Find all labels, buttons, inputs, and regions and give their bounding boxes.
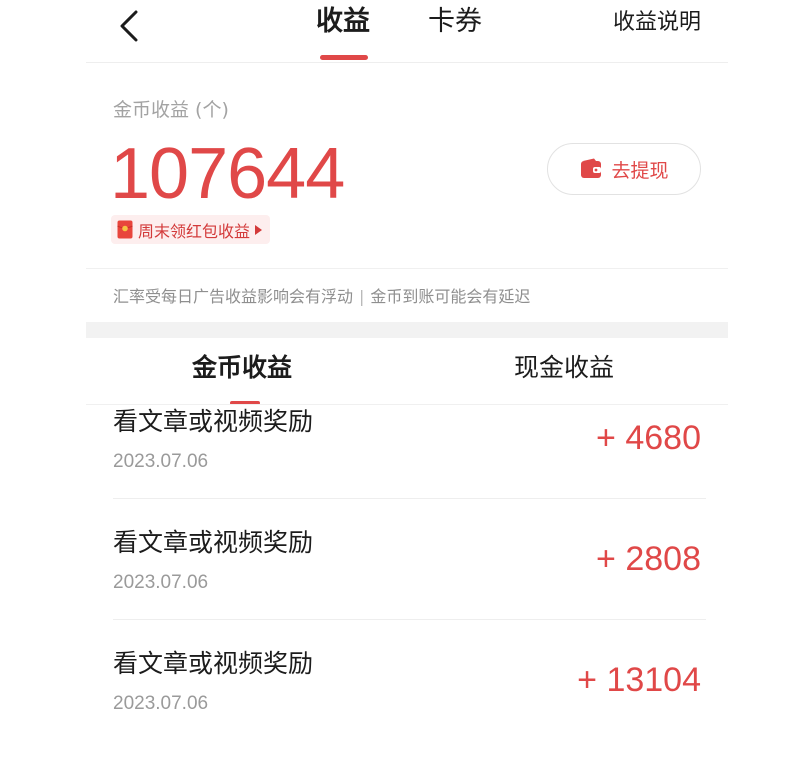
weekend-red-packet-badge[interactable]: 周末领红包收益	[111, 215, 271, 244]
record-title: 看文章或视频奖励	[113, 649, 314, 678]
record-amount: + 4680	[596, 419, 701, 457]
caret-right-icon	[255, 224, 263, 235]
notice-rate-text: 汇率受每日广告收益影响会有浮动	[113, 287, 354, 306]
earnings-explanation-link[interactable]: 收益说明	[613, 6, 701, 40]
list-item[interactable]: 看文章或视频奖励 2023.07.06 + 4680	[86, 405, 706, 525]
chevron-left-icon	[120, 10, 138, 42]
record-divider	[113, 619, 706, 620]
red-packet-icon	[117, 220, 133, 239]
record-title: 看文章或视频奖励	[113, 528, 314, 557]
tab-cash-earnings[interactable]: 现金收益	[514, 350, 614, 386]
withdraw-label: 去提现	[611, 159, 669, 182]
withdraw-button[interactable]: 去提现	[547, 143, 701, 195]
list-item[interactable]: 看文章或视频奖励 2023.07.06 + 2808	[86, 526, 706, 646]
top-navigation-bar: 收益 卡券 收益说明	[0, 0, 811, 62]
record-title: 看文章或视频奖励	[113, 407, 314, 436]
record-date: 2023.07.06	[113, 451, 209, 472]
record-amount: + 2808	[596, 540, 701, 578]
back-button[interactable]	[112, 6, 148, 46]
tab-coin-earnings[interactable]: 金币收益	[192, 350, 292, 386]
section-gap	[86, 322, 728, 338]
notice-delay-text: 金币到账可能会有延迟	[370, 287, 531, 306]
notice-separator: |	[359, 287, 365, 306]
weekend-red-packet-label: 周末领红包收益	[138, 221, 251, 241]
record-amount: + 13104	[577, 661, 701, 699]
record-date: 2023.07.06	[113, 693, 209, 714]
record-date: 2023.07.06	[113, 572, 209, 593]
list-item[interactable]: 看文章或视频奖励 2023.07.06 + 13104	[86, 647, 706, 767]
record-divider	[113, 498, 706, 499]
exchange-rate-notice: 汇率受每日广告收益影响会有浮动 | 金币到账可能会有延迟	[113, 285, 530, 309]
wallet-icon	[581, 158, 602, 178]
coin-balance-value: 107644	[110, 134, 345, 214]
tab-earnings[interactable]: 收益	[316, 2, 370, 42]
coin-balance-label: 金币收益 (个)	[113, 99, 229, 121]
tab-coupons[interactable]: 卡券	[428, 2, 482, 42]
header-divider	[86, 62, 728, 63]
active-tab-indicator	[320, 55, 368, 60]
balance-divider	[86, 268, 728, 269]
